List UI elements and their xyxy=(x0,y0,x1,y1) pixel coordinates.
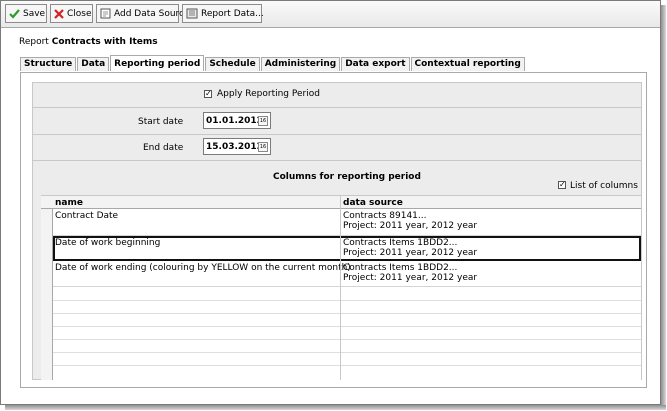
empty-row-line xyxy=(53,300,641,301)
tab-data-export[interactable]: Data export xyxy=(341,57,410,71)
table-row[interactable]: Date of work ending (colouring by YELLOW… xyxy=(53,261,641,287)
report-data-label: Report Data... xyxy=(201,8,264,19)
page-title: Report Contracts with Items xyxy=(19,37,158,47)
row-name: Contract Date xyxy=(55,211,119,221)
add-data-source-label: Add Data Source xyxy=(114,8,190,19)
tab-schedule[interactable]: Schedule xyxy=(205,57,260,71)
column-header-data-source[interactable]: data source xyxy=(343,198,403,208)
end-date-label: End date xyxy=(143,143,184,153)
empty-row-line xyxy=(53,339,641,340)
row-name: Date of work beginning xyxy=(55,238,161,248)
end-date-field[interactable]: 15.03.2012 16 xyxy=(203,138,271,155)
apply-period-checkbox[interactable]: ✓ xyxy=(204,90,212,98)
close-label: Close xyxy=(67,8,92,19)
row-gutter xyxy=(41,209,53,380)
add-data-source-button[interactable]: Add Data Source xyxy=(96,4,190,23)
close-x-icon xyxy=(54,8,64,19)
toolbar: Save Close Add Data Source Report Data..… xyxy=(1,1,660,28)
add-data-source-icon xyxy=(100,8,111,19)
empty-row-line xyxy=(53,365,641,366)
report-data-icon xyxy=(186,8,198,19)
tab-contextual-reporting[interactable]: Contextual reporting xyxy=(410,57,525,71)
start-date-value: 01.01.2012 xyxy=(206,116,263,126)
tab-reporting-period[interactable]: Reporting period xyxy=(110,55,205,71)
close-button[interactable]: Close xyxy=(50,4,93,23)
window-shadow xyxy=(5,405,666,410)
tab-structure[interactable]: Structure xyxy=(20,57,77,71)
report-prefix: Report xyxy=(19,37,49,47)
start-date-label: Start date xyxy=(138,117,184,127)
divider xyxy=(33,134,641,135)
empty-row-line xyxy=(53,326,641,327)
column-header-name[interactable]: name xyxy=(55,198,83,208)
save-label: Save xyxy=(23,8,46,19)
table-row[interactable]: Contract Date Contracts 89141... Project… xyxy=(53,209,641,236)
apply-period-label: Apply Reporting Period xyxy=(217,89,320,99)
row-source-project: Project: 2011 year, 2012 year xyxy=(343,248,478,258)
tab-administering[interactable]: Administering xyxy=(260,57,341,71)
tab-data[interactable]: Data xyxy=(77,57,110,71)
start-date-field[interactable]: 01.01.2012 16 xyxy=(203,112,271,129)
grid-header: name data source xyxy=(41,196,641,209)
table-row-selected[interactable]: Date of work beginning Contracts Items 1… xyxy=(53,236,641,261)
divider xyxy=(33,160,641,161)
columns-grid[interactable]: name data source Contract Date Contracts… xyxy=(41,195,641,380)
window-shadow xyxy=(661,5,666,407)
report-data-button[interactable]: Report Data... xyxy=(182,4,264,23)
save-button[interactable]: Save xyxy=(5,4,47,23)
empty-row-line xyxy=(53,313,641,314)
list-of-columns-label: List of columns xyxy=(570,181,638,191)
divider xyxy=(33,107,641,108)
column-separator[interactable] xyxy=(340,196,341,380)
report-window: Save Close Add Data Source Report Data..… xyxy=(0,0,661,405)
calendar-icon[interactable]: 16 xyxy=(258,116,268,126)
list-of-columns-checkbox[interactable]: ✓ xyxy=(558,181,566,189)
end-date-value: 15.03.2012 xyxy=(206,142,263,152)
tab-bar: Structure Data Reporting period Schedule… xyxy=(20,55,526,72)
calendar-icon[interactable]: 16 xyxy=(258,142,268,152)
check-icon xyxy=(9,8,20,19)
row-source-project: Project: 2011 year, 2012 year xyxy=(343,221,478,231)
empty-row-line xyxy=(53,352,641,353)
columns-title: Columns for reporting period xyxy=(273,172,421,182)
row-name: Date of work ending (colouring by YELLOW… xyxy=(55,263,351,273)
row-source-project: Project: 2011 year, 2012 year xyxy=(343,273,478,283)
report-name: Contracts with Items xyxy=(51,37,158,47)
